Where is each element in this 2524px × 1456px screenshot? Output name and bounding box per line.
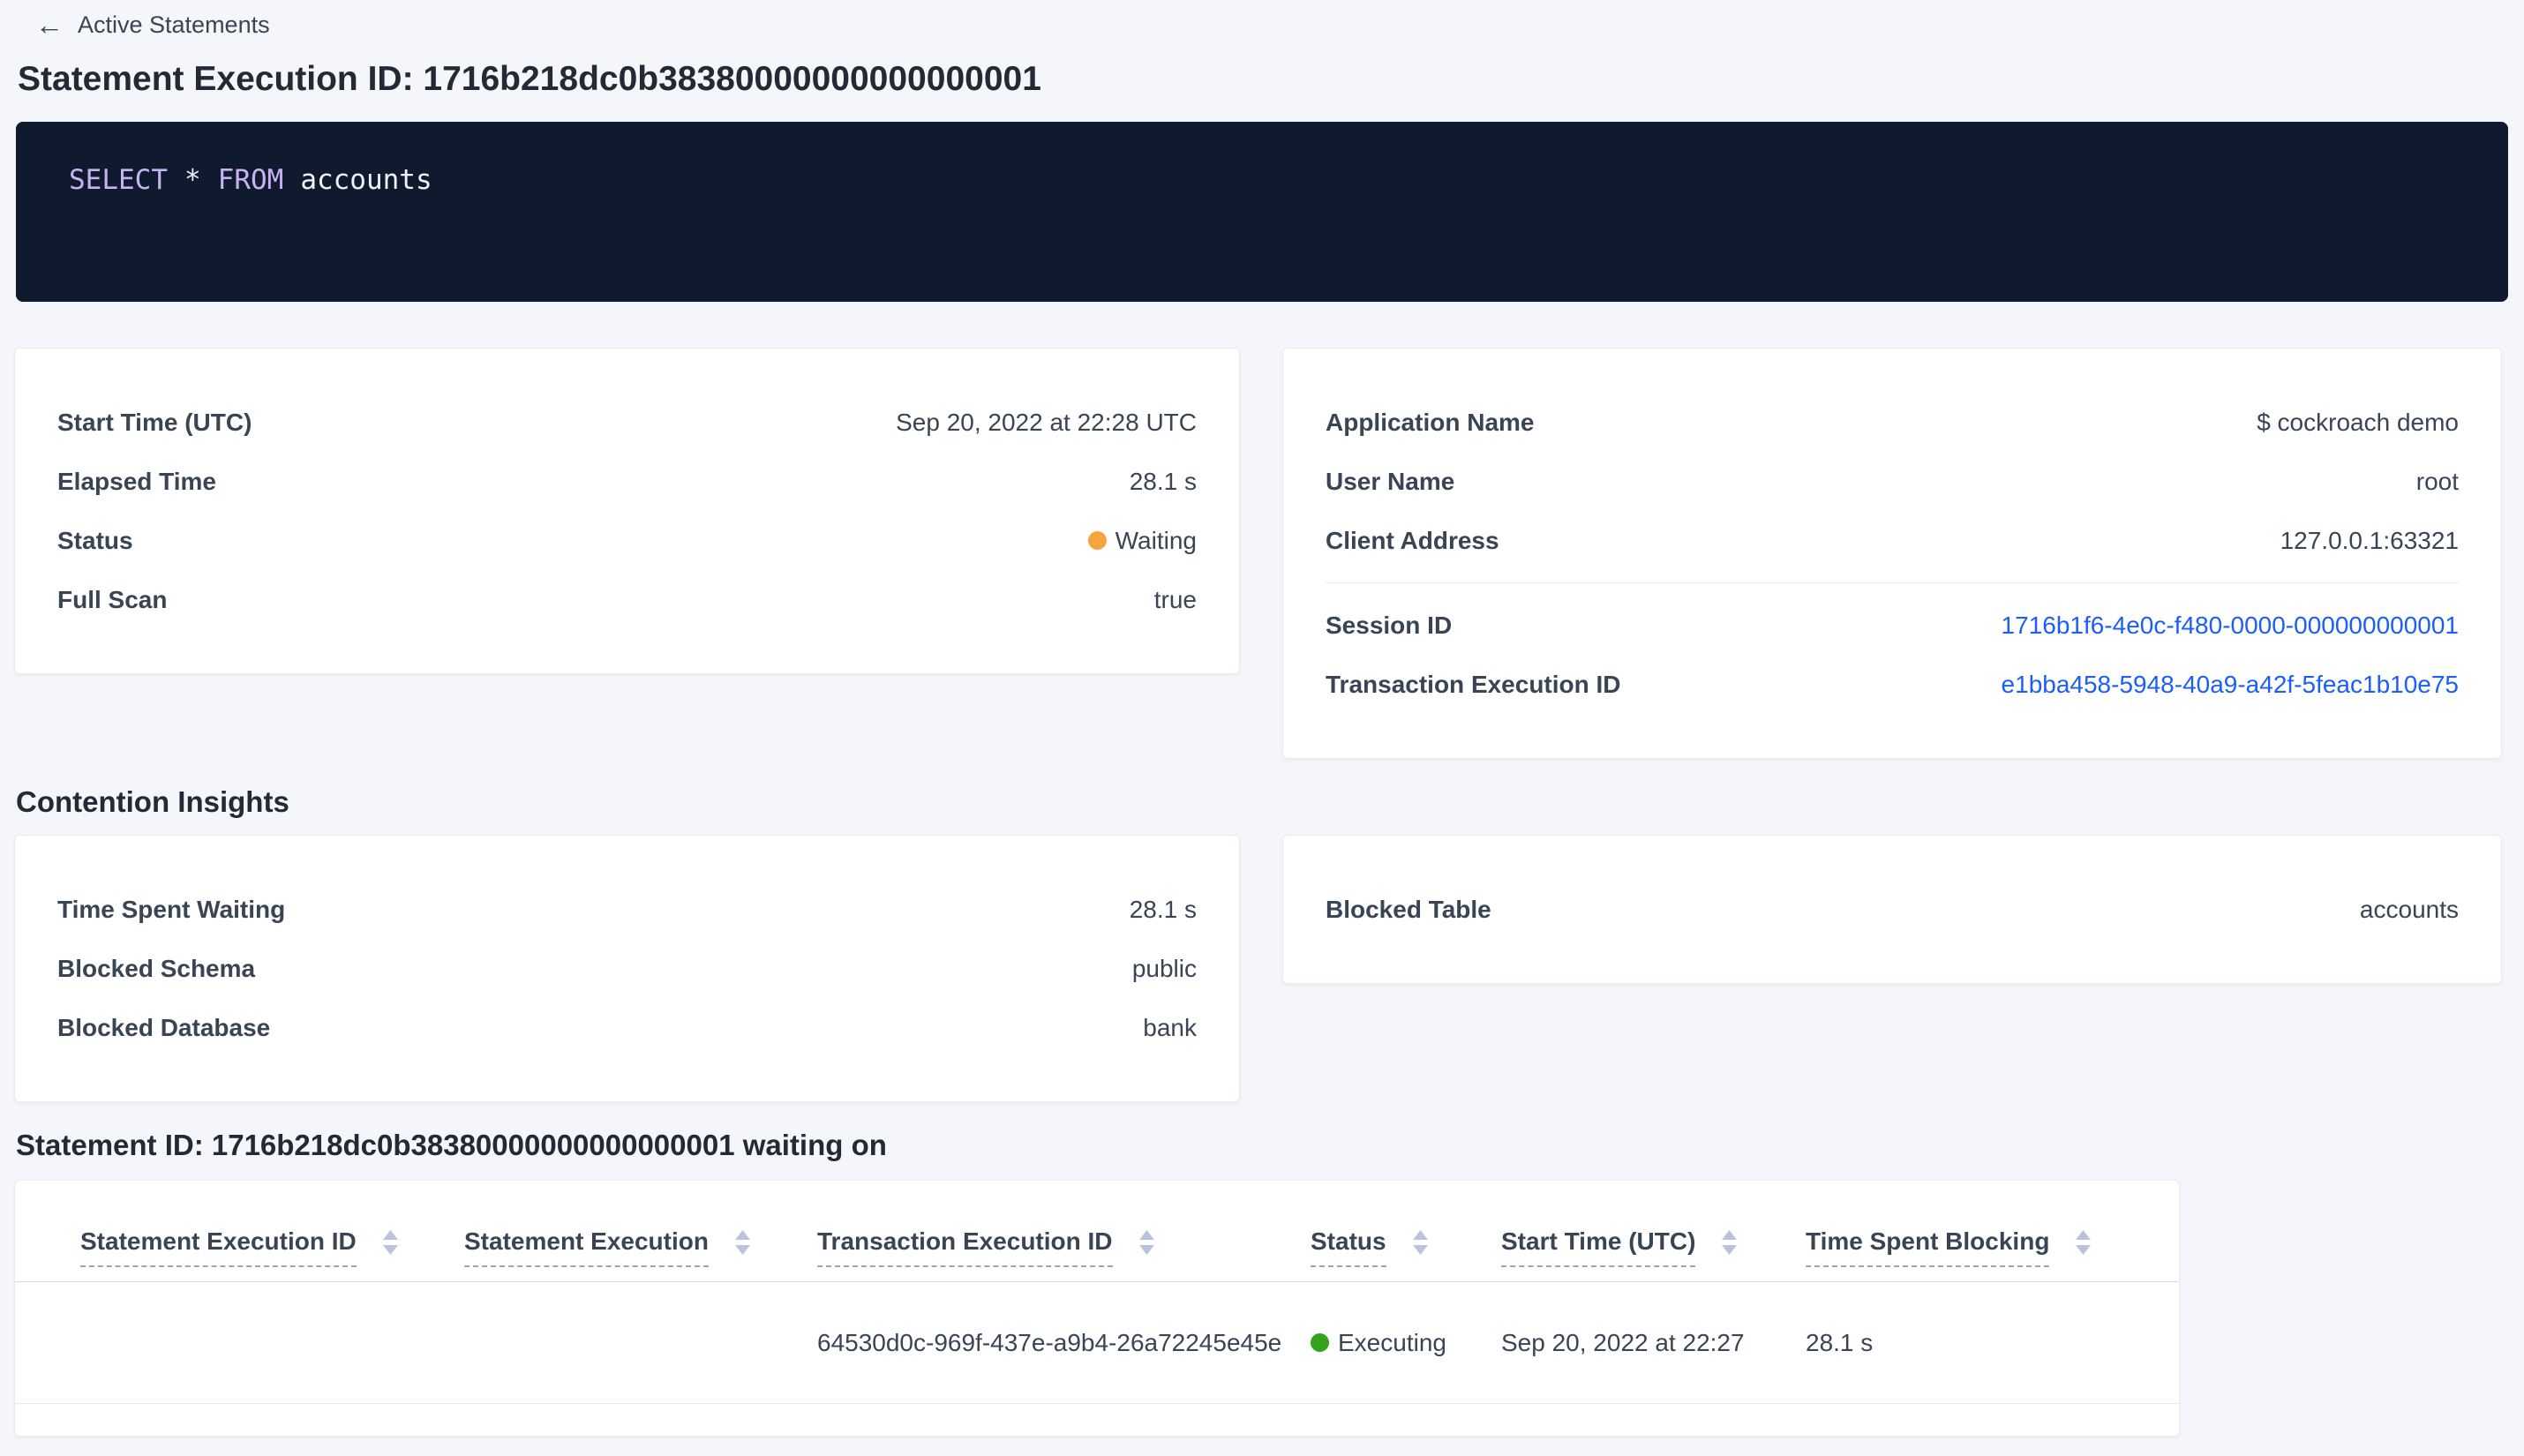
waiting-status-dot-icon: [1087, 531, 1107, 550]
column-label: Start Time (UTC): [1501, 1227, 1696, 1267]
session-id-label: Session ID: [1326, 611, 1453, 639]
transaction-execution-id-link[interactable]: e1bba458-5948-40a9-a42f-5feac1b10e75: [2002, 671, 2459, 699]
column-header-statement-execution-id[interactable]: Statement Execution ID: [80, 1227, 464, 1281]
session-summary-card: Application Name $ cockroach demo User N…: [1282, 348, 2502, 759]
column-header-time-spent-blocking[interactable]: Time Spent Blocking: [1806, 1227, 2144, 1281]
blocked-schema-label: Blocked Schema: [57, 954, 256, 982]
sort-icon[interactable]: [2076, 1230, 2092, 1255]
application-name-value: $ cockroach demo: [2257, 408, 2459, 436]
time-spent-waiting-label: Time Spent Waiting: [57, 895, 286, 923]
sort-icon[interactable]: [734, 1230, 750, 1255]
sql-statement-box: SELECT * FROM accounts: [16, 122, 2508, 302]
sql-star-operator: *: [184, 164, 201, 196]
status-badge: Waiting: [1087, 526, 1197, 555]
column-label: Transaction Execution ID: [817, 1227, 1113, 1267]
blocked-table-value: accounts: [2359, 895, 2459, 923]
sort-icon[interactable]: [382, 1230, 398, 1255]
blocked-database-label: Blocked Database: [57, 1013, 271, 1041]
table-row: 64530d0c-969f-437e-a9b4-26a72245e45e Exe…: [15, 1282, 2179, 1404]
column-header-status[interactable]: Status: [1311, 1227, 1501, 1281]
cell-status-label: Executing: [1338, 1328, 1446, 1356]
blocked-table-row: Blocked Table accounts: [1326, 880, 2459, 939]
column-label: Statement Execution: [464, 1227, 709, 1267]
client-address-value: 127.0.0.1:63321: [2280, 526, 2459, 554]
full-scan-value: true: [1153, 585, 1197, 613]
client-address-row: Client Address 127.0.0.1:63321: [1326, 511, 2459, 570]
contention-blocked-table-card: Blocked Table accounts: [1282, 835, 2502, 984]
column-label: Status: [1311, 1227, 1386, 1267]
column-label: Statement Execution ID: [80, 1227, 357, 1267]
time-spent-waiting-value: 28.1 s: [1129, 895, 1197, 923]
column-header-transaction-execution-id[interactable]: Transaction Execution ID: [817, 1227, 1311, 1281]
start-time-value: Sep 20, 2022 at 22:28 UTC: [896, 408, 1197, 436]
status-label: Status: [57, 526, 133, 554]
status-value: Waiting: [1115, 526, 1197, 554]
user-name-label: User Name: [1326, 467, 1455, 495]
blocked-schema-value: public: [1131, 954, 1197, 982]
arrow-left-icon: ←: [35, 9, 64, 41]
blocked-table-label: Blocked Table: [1326, 895, 1491, 923]
waiting-on-table-header: Statement Execution ID Statement Executi…: [15, 1181, 2179, 1282]
transaction-execution-id-row: Transaction Execution ID e1bba458-5948-4…: [1326, 655, 2459, 714]
sort-icon[interactable]: [1138, 1230, 1154, 1255]
user-name-value: root: [2415, 467, 2459, 495]
transaction-execution-id-label: Transaction Execution ID: [1326, 670, 1621, 698]
sql-table-identifier: accounts: [300, 164, 432, 196]
waiting-on-heading: Statement ID: 1716b218dc0b38380000000000…: [16, 1129, 887, 1161]
waiting-on-table-card: Statement Execution ID Statement Executi…: [14, 1180, 2180, 1437]
elapsed-time-value: 28.1 s: [1129, 467, 1197, 495]
executing-status-dot-icon: [1311, 1333, 1329, 1352]
sort-icon[interactable]: [1722, 1230, 1738, 1255]
time-spent-waiting-row: Time Spent Waiting 28.1 s: [57, 880, 1197, 939]
column-header-start-time[interactable]: Start Time (UTC): [1501, 1227, 1806, 1281]
application-name-row: Application Name $ cockroach demo: [1326, 393, 2459, 452]
blocked-database-value: bank: [1143, 1013, 1197, 1041]
contention-insights-heading: Contention Insights: [16, 785, 289, 818]
user-name-row: User Name root: [1326, 452, 2459, 511]
client-address-label: Client Address: [1326, 526, 1499, 554]
session-id-link[interactable]: 1716b1f6-4e0c-f480-0000-000000000001: [2002, 612, 2459, 640]
cell-start-time: Sep 20, 2022 at 22:27: [1501, 1328, 1745, 1356]
column-header-statement-execution[interactable]: Statement Execution: [464, 1227, 817, 1281]
sql-keyword-select: SELECT: [69, 164, 168, 196]
column-label: Time Spent Blocking: [1806, 1227, 2050, 1267]
application-name-label: Application Name: [1326, 408, 1535, 436]
full-scan-label: Full Scan: [57, 585, 168, 613]
sort-icon[interactable]: [1412, 1230, 1428, 1255]
cell-time-spent-blocking: 28.1 s: [1806, 1328, 1874, 1356]
status-row: Status Waiting: [57, 511, 1197, 570]
sql-keyword-from: FROM: [217, 164, 284, 196]
start-time-row: Start Time (UTC) Sep 20, 2022 at 22:28 U…: [57, 393, 1197, 452]
page-title: Statement Execution ID: 1716b218dc0b3838…: [18, 60, 1041, 98]
sql-statement: SELECT * FROM accounts: [69, 164, 2473, 196]
full-scan-row: Full Scan true: [57, 570, 1197, 629]
card-divider: [1326, 582, 2459, 583]
cell-transaction-execution-id: 64530d0c-969f-437e-a9b4-26a72245e45e: [817, 1328, 1282, 1356]
back-link-label: Active Statements: [78, 11, 270, 38]
contention-waiting-card: Time Spent Waiting 28.1 s Blocked Schema…: [14, 835, 1240, 1102]
elapsed-time-row: Elapsed Time 28.1 s: [57, 452, 1197, 511]
contention-cards-row: Time Spent Waiting 28.1 s Blocked Schema…: [14, 835, 2502, 1102]
execution-summary-card: Start Time (UTC) Sep 20, 2022 at 22:28 U…: [14, 348, 1240, 674]
summary-cards-row: Start Time (UTC) Sep 20, 2022 at 22:28 U…: [14, 348, 2502, 759]
cell-status: Executing: [1311, 1329, 1501, 1357]
elapsed-time-label: Elapsed Time: [57, 467, 217, 495]
start-time-label: Start Time (UTC): [57, 408, 252, 436]
back-to-active-statements-link[interactable]: ← Active Statements: [35, 11, 270, 39]
blocked-database-row: Blocked Database bank: [57, 998, 1197, 1057]
session-id-row: Session ID 1716b1f6-4e0c-f480-0000-00000…: [1326, 596, 2459, 655]
blocked-schema-row: Blocked Schema public: [57, 939, 1197, 998]
